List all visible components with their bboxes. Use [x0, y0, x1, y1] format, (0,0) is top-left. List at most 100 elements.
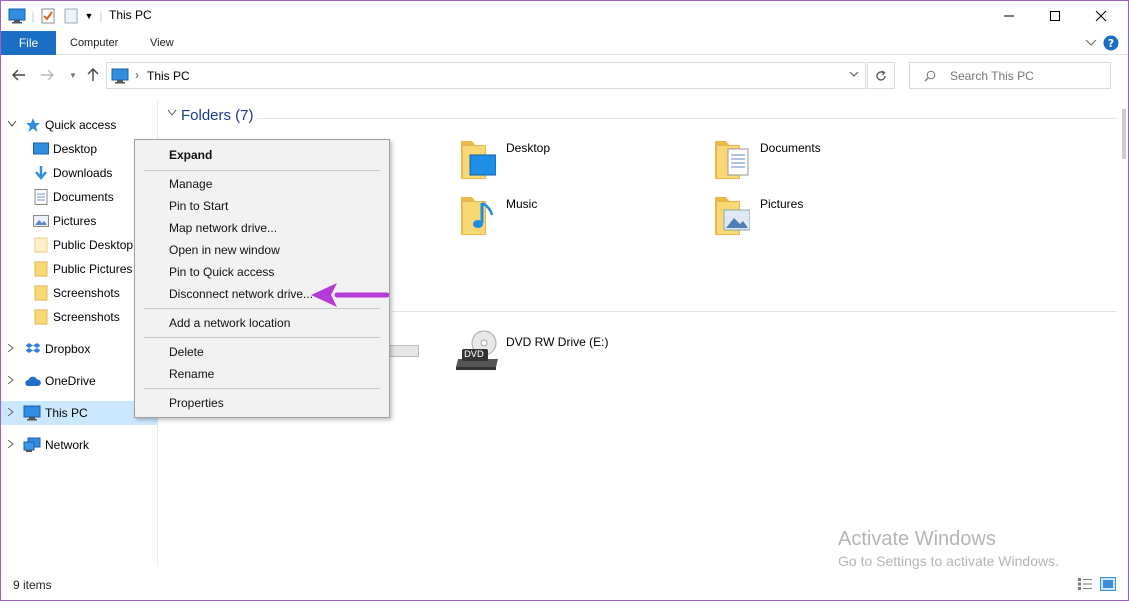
title-bar: | ▼ | This PC: [1, 1, 1128, 31]
folder-label: Desktop: [506, 141, 551, 155]
computer-icon: [23, 405, 41, 421]
collapsed-chevron-icon[interactable]: [7, 343, 15, 356]
menu-item-open-in-new-window[interactable]: Open in new window: [169, 243, 280, 257]
large-icons-view-icon[interactable]: [1100, 577, 1116, 591]
recent-locations-chevron-icon[interactable]: ▼: [65, 67, 81, 83]
drive-dvd-rw[interactable]: DVD DVD RW Drive (E:): [454, 329, 674, 379]
menu-item-delete[interactable]: Delete: [169, 345, 204, 359]
this-pc-icon[interactable]: [8, 7, 26, 25]
menu-item-pin-to-start[interactable]: Pin to Start: [169, 199, 228, 213]
document-icon: [33, 189, 49, 205]
folder-icon: [33, 237, 49, 253]
drive-capacity-bar: [386, 345, 419, 357]
dropbox-icon: [25, 341, 41, 357]
window-title: This PC: [109, 8, 152, 22]
folder-label: Documents: [760, 141, 821, 155]
music-folder-icon: [460, 193, 496, 237]
address-dropdown-chevron-icon[interactable]: [849, 69, 859, 80]
collapsed-chevron-icon[interactable]: [7, 375, 15, 388]
sidebar-item-label: Pictures: [53, 214, 97, 228]
up-button[interactable]: [85, 67, 101, 83]
breadcrumb-location[interactable]: This PC: [147, 69, 190, 83]
help-icon[interactable]: ?: [1103, 35, 1119, 51]
details-view-icon[interactable]: [1077, 577, 1093, 591]
drive-label: DVD RW Drive (E:): [506, 335, 609, 349]
folder-icon: [33, 309, 49, 325]
menu-item-map-network-drive[interactable]: Map network drive...: [169, 221, 277, 235]
sidebar-item-label: Screenshots: [53, 286, 120, 300]
refresh-button[interactable]: [867, 62, 895, 89]
network-icon: [23, 437, 41, 453]
menu-item-properties[interactable]: Properties: [169, 396, 224, 410]
menu-separator: [144, 170, 380, 171]
menu-separator: [144, 388, 380, 389]
folder-pictures[interactable]: Pictures: [714, 193, 964, 243]
tab-computer[interactable]: Computer: [60, 31, 128, 55]
minimize-button[interactable]: [986, 1, 1032, 31]
back-button[interactable]: [11, 67, 27, 83]
folder-documents[interactable]: Documents: [714, 137, 964, 187]
sidebar-item-quick-access[interactable]: Quick access: [1, 113, 158, 137]
annotation-arrow-icon: [311, 283, 389, 307]
sidebar-item-label: Screenshots: [53, 310, 120, 324]
this-pc-icon: [111, 68, 129, 87]
menu-item-add-network-location[interactable]: Add a network location: [169, 316, 290, 330]
sidebar-item-label: OneDrive: [45, 374, 96, 388]
folder-desktop[interactable]: Desktop: [460, 137, 710, 187]
sidebar-item-label: Network: [45, 438, 90, 452]
sidebar-item-label: Public Pictures: [53, 262, 133, 276]
new-folder-icon[interactable]: [63, 7, 79, 25]
menu-item-disconnect-network-drive[interactable]: Disconnect network drive...: [169, 287, 313, 301]
picture-icon: [33, 213, 49, 229]
folders-group-header[interactable]: Folders (7): [181, 107, 254, 124]
menu-separator: [144, 337, 380, 338]
maximize-button[interactable]: [1032, 1, 1078, 31]
svg-text:?: ?: [1108, 37, 1114, 50]
folder-icon: [33, 285, 49, 301]
sidebar-item-network[interactable]: Network: [1, 433, 158, 457]
dvd-drive-icon: DVD: [454, 329, 500, 373]
activation-watermark-title: Activate Windows: [838, 528, 996, 550]
folder-label: Music: [506, 197, 538, 211]
dvd-badge: DVD: [464, 350, 484, 360]
scrollbar-thumb[interactable]: [1122, 109, 1126, 159]
properties-icon[interactable]: [40, 7, 56, 25]
sidebar-item-label: Documents: [53, 190, 114, 204]
forward-button[interactable]: [39, 67, 55, 83]
expanded-chevron-icon[interactable]: [7, 120, 17, 131]
close-button[interactable]: [1078, 1, 1124, 31]
sidebar-item-label: Quick access: [45, 118, 117, 132]
sidebar-item-label: This PC: [45, 406, 88, 420]
menu-item-expand[interactable]: Expand: [169, 148, 212, 162]
menu-item-pin-to-quick-access[interactable]: Pin to Quick access: [169, 265, 274, 279]
tab-view[interactable]: View: [140, 31, 184, 55]
folder-music[interactable]: Music: [460, 193, 710, 243]
search-box[interactable]: Search This PC: [909, 62, 1111, 89]
tab-file[interactable]: File: [1, 31, 56, 55]
expand-ribbon-chevron-icon[interactable]: [1083, 35, 1099, 51]
cloud-icon: [25, 373, 41, 389]
activation-watermark-subtitle: Go to Settings to activate Windows.: [838, 553, 1059, 569]
breadcrumb-chevron-icon[interactable]: ›: [135, 68, 139, 82]
search-input[interactable]: Search This PC: [950, 69, 1034, 83]
menu-item-manage[interactable]: Manage: [169, 177, 212, 191]
collapsed-chevron-icon[interactable]: [7, 439, 15, 452]
collapsed-chevron-icon[interactable]: [7, 407, 15, 420]
sidebar-item-label: Downloads: [53, 166, 113, 180]
pictures-folder-icon: [714, 193, 751, 237]
customize-toolbar-chevron-icon[interactable]: ▼: [83, 7, 95, 25]
star-icon: [25, 117, 41, 133]
search-icon: [924, 70, 936, 85]
sidebar-item-label: Desktop: [53, 142, 98, 156]
navigation-bar: ▼ › This PC Search This PC: [1, 56, 1128, 94]
toolbar-separator: |: [31, 9, 35, 23]
sidebar-item-label: Public Desktop: [53, 238, 134, 252]
sidebar-item-label: Dropbox: [45, 342, 91, 356]
toolbar-separator: |: [99, 9, 103, 23]
group-collapse-chevron-icon[interactable]: [167, 109, 177, 120]
folder-label: Pictures: [760, 197, 804, 211]
menu-item-rename[interactable]: Rename: [169, 367, 214, 381]
vertical-scrollbar[interactable]: [1121, 101, 1128, 566]
desktop-folder-icon: [460, 137, 497, 181]
address-bar[interactable]: › This PC: [106, 62, 866, 89]
